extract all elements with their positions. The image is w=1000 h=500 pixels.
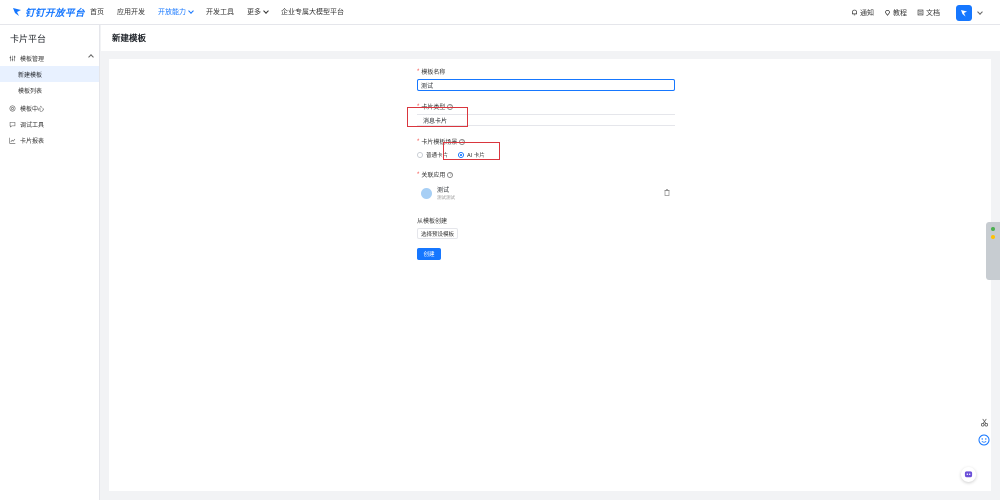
nav-dev-tools[interactable]: 开发工具 [206,7,234,17]
tutorial-label: 教程 [893,9,907,17]
highlight-box-ai-card [443,142,500,160]
app-desc: 测试测试 [437,195,455,200]
name-label: * 模板名称 [417,67,677,77]
chevron-down-icon [188,8,194,14]
notify-label: 通知 [860,9,874,17]
trash-icon[interactable] [664,189,670,196]
nav-right: 通知 教程 文档 [851,0,983,25]
tutorial-link[interactable]: 教程 [884,8,907,18]
docs-link[interactable]: 文档 [917,8,940,18]
dingtalk-avatar-icon [961,9,967,16]
user-avatar[interactable] [956,4,972,21]
chat-bubble-icon [9,121,16,128]
line-chart-icon [9,137,16,144]
sidebar-item-template-mgmt[interactable]: 模板管理 [0,50,99,66]
from-template-label: 从模板创建 [417,219,448,225]
required-mark: * [417,138,420,145]
radio-unchecked-icon [417,152,423,158]
brand-name: 钉钉开放平台 [25,8,86,19]
chat-assistant-button[interactable] [961,467,976,482]
sidebar-item-new-template[interactable]: 新建模板 [0,66,99,82]
app-avatar [421,187,432,199]
document-icon [917,9,924,16]
sidebar-item-label: 调试工具 [20,122,45,129]
docs-label: 文档 [926,9,940,17]
nav-open-capability-label: 开放能力 [158,9,186,16]
name-label-text: 模板名称 [421,70,446,76]
chevron-down-icon [263,8,269,14]
location-pin-icon [885,10,890,16]
sliders-icon [9,55,16,61]
app-label: * 关联应用? [417,170,677,179]
nav-more[interactable]: 更多 [247,7,269,17]
bell-icon [852,9,857,16]
sidebar-item-card-report[interactable]: 卡片报表 [0,132,99,148]
required-mark: * [417,68,420,75]
status-dot-icon [991,235,995,239]
required-mark: * [417,171,420,178]
sidebar-item-label: 模板中心 [20,106,45,113]
target-icon [9,105,16,111]
dingtalk-logo-icon [13,8,21,16]
linked-app-item: 测试 测试测试 [417,184,675,202]
chevron-up-icon [88,54,94,60]
sidebar-item-debug-tools[interactable]: 调试工具 [0,116,99,132]
sidebar-item-label: 卡片报表 [20,138,45,145]
top-nav: 钉钉开放平台 首页 应用开发 开放能力 开发工具 更多 企业专属大模型平台 通知… [0,0,1000,25]
sidebar-title: 卡片平台 [10,34,47,44]
sidebar-item-template-list[interactable]: 模板列表 [0,82,99,98]
feedback-tab[interactable] [986,222,1000,280]
nav-enterprise-llm[interactable]: 企业专属大模型平台 [281,7,344,17]
notify-link[interactable]: 通知 [851,8,874,18]
nav-open-capability[interactable]: 开放能力 [158,7,194,17]
content-card: * 模板名称 测试 * 卡片类型? 消息卡片 * 卡片模板场景? 普通卡片 AI 卡片… [109,59,991,491]
sidebar-item-label: 模板管理 [20,56,45,63]
app-label-text: 关联应用 [421,173,446,179]
scissors-icon[interactable] [980,418,989,427]
new-template-form: * 模板名称 测试 * 卡片类型? 消息卡片 * 卡片模板场景? 普通卡片 AI 卡片… [417,67,677,260]
sidebar: 卡片平台 模板管理 新建模板 模板列表 模板中心 调试工具 卡片报表 [0,25,100,500]
nav-app-dev[interactable]: 应用开发 [117,7,145,17]
nav-home[interactable]: 首页 [90,7,104,17]
smile-icon[interactable] [978,434,990,446]
chevron-down-icon[interactable] [975,9,983,16]
nav-more-label: 更多 [247,9,261,16]
sidebar-item-template-center[interactable]: 模板中心 [0,100,99,116]
page-title: 新建模板 [101,25,1000,51]
help-icon[interactable]: ? [447,171,454,178]
chat-robot-icon [964,471,973,478]
logo[interactable]: 钉钉开放平台 [12,5,90,19]
create-button[interactable]: 创建 [417,248,441,260]
template-name-input[interactable]: 测试 [417,79,675,91]
highlight-box-card-type [407,107,468,127]
choose-preset-button[interactable]: 选择预设模板 [417,228,459,239]
app-name: 测试 [437,188,450,194]
status-dot-icon [991,227,995,231]
